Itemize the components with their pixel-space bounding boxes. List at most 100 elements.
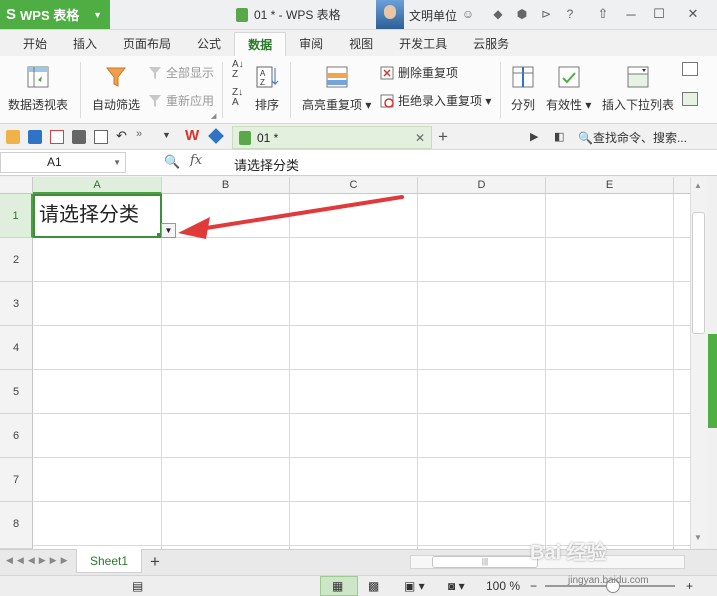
tab-home[interactable]: 开始 xyxy=(10,32,60,56)
page-layout-view-icon[interactable]: ▣ ▾ xyxy=(404,579,425,593)
sheet-tab-sheet1[interactable]: Sheet1 xyxy=(76,549,142,573)
add-sheet-icon[interactable]: + xyxy=(150,552,160,572)
sort-ascending-icon[interactable]: A↓ Z xyxy=(232,60,244,80)
sheet-navigation-icons[interactable]: ◀◀◀▶▶▶ xyxy=(6,555,72,566)
sort-icon: AZ xyxy=(256,66,279,88)
wps-w-logo-icon[interactable]: W xyxy=(185,127,199,144)
scroll-up-icon[interactable]: ▲ xyxy=(694,181,702,190)
side-panel-toggle[interactable] xyxy=(708,334,717,428)
print-icon[interactable] xyxy=(72,130,86,144)
autofilter-button[interactable]: 自动筛选 xyxy=(92,64,140,113)
column-header[interactable]: D xyxy=(418,177,546,194)
row-header[interactable]: 5 xyxy=(0,370,33,414)
tab-cloud[interactable]: 云服务 xyxy=(460,32,522,56)
command-search[interactable]: 🔍查找命令、搜索... xyxy=(578,129,687,146)
dialog-launcher-icon[interactable]: ◢ xyxy=(211,112,216,120)
app-menu-button[interactable]: S WPS 表格 ▼ xyxy=(0,0,110,29)
username[interactable]: 文明单位 xyxy=(409,7,457,24)
red-arrow-annotation xyxy=(178,195,404,239)
row-header[interactable]: 7 xyxy=(0,458,33,502)
close-icon[interactable]: ✕ xyxy=(682,4,704,24)
help-icon[interactable]: ? xyxy=(562,6,578,22)
avatar[interactable] xyxy=(376,0,404,29)
highlight-duplicates-icon xyxy=(326,66,348,88)
vertical-scroll-thumb[interactable] xyxy=(692,212,705,334)
name-box[interactable]: A1 ▼ xyxy=(0,152,126,173)
row-header[interactable]: 3 xyxy=(0,282,33,326)
document-tab[interactable]: 01 * ✕ xyxy=(232,126,432,149)
normal-view-button[interactable]: ▦ xyxy=(320,576,358,596)
scroll-down-icon[interactable]: ▼ xyxy=(694,533,702,542)
horizontal-scroll-thumb[interactable]: ||| xyxy=(432,556,538,568)
play-icon[interactable]: ▶ xyxy=(530,130,538,143)
column-header[interactable]: E xyxy=(546,177,674,194)
insert-dropdown-list-button[interactable]: 插入下拉列表 xyxy=(602,64,674,113)
share-icon[interactable]: ⊳ xyxy=(538,6,554,22)
export-pdf-icon[interactable] xyxy=(50,130,64,144)
reject-duplicates-button[interactable]: 拒绝录入重复项 ▾ xyxy=(380,92,491,109)
zoom-out-button[interactable]: − xyxy=(530,579,537,593)
merge-icon[interactable] xyxy=(682,92,698,106)
row-header[interactable]: 4 xyxy=(0,326,33,370)
macro-icon[interactable]: ▤ xyxy=(132,579,143,593)
row-header[interactable]: 8 xyxy=(0,502,33,549)
row-header[interactable]: 1 xyxy=(0,194,33,238)
validity-button[interactable]: 有效性 ▾ xyxy=(546,64,591,113)
tab-developer[interactable]: 开发工具 xyxy=(386,32,460,56)
row-header[interactable]: 2 xyxy=(0,238,33,282)
save-icon[interactable] xyxy=(28,130,42,144)
more-icon[interactable]: » xyxy=(136,128,142,140)
skin-icon[interactable]: ☺ xyxy=(460,6,476,22)
formula-input[interactable]: 请选择分类 xyxy=(234,155,299,174)
page-break-view-icon[interactable]: ▩ xyxy=(368,579,379,593)
cube-icon[interactable] xyxy=(208,128,224,144)
sort-button[interactable]: AZ 排序 xyxy=(254,64,280,113)
reapply-label: 重新应用 xyxy=(166,94,215,108)
settings-icon[interactable]: ⬢ xyxy=(514,6,530,22)
close-tab-icon[interactable]: ✕ xyxy=(415,131,425,145)
remove-duplicates-button[interactable]: 删除重复项 xyxy=(380,64,458,81)
reading-mode-icon[interactable]: ◙ ▾ xyxy=(448,579,465,593)
show-all-button[interactable]: 全部显示 xyxy=(148,64,214,81)
document-tab-label: 01 * xyxy=(257,130,279,145)
column-header[interactable]: A xyxy=(33,177,162,194)
column-header-partial[interactable] xyxy=(674,177,690,194)
zoom-search-icon[interactable]: 🔍 xyxy=(164,154,180,170)
tab-review[interactable]: 审阅 xyxy=(286,32,336,56)
open-folder-icon[interactable] xyxy=(6,130,20,144)
split-column-button[interactable]: 分列 xyxy=(510,64,536,113)
tab-insert[interactable]: 插入 xyxy=(60,32,110,56)
insert-function-icon[interactable]: fx xyxy=(190,153,202,168)
highlight-duplicates-button[interactable]: 高亮重复项 ▾ xyxy=(302,64,371,113)
maximize-icon[interactable]: ☐ xyxy=(648,4,670,24)
zoom-level[interactable]: 100 % xyxy=(486,579,520,593)
tab-view[interactable]: 视图 xyxy=(336,32,386,56)
pivot-table-icon xyxy=(27,66,49,88)
select-all-corner[interactable] xyxy=(0,177,33,194)
cloud-icon[interactable]: ◆ xyxy=(490,6,506,22)
pivot-table-label: 数据透视表 xyxy=(8,98,69,112)
pivot-table-button[interactable]: 数据透视表 xyxy=(8,64,68,113)
tab-formulas[interactable]: 公式 xyxy=(184,32,234,56)
reject-duplicates-icon xyxy=(380,94,394,108)
minimize-to-tray-icon[interactable]: ⇧ xyxy=(592,4,614,24)
customize-dropdown-icon[interactable]: ▼ xyxy=(162,130,171,140)
cell-a1[interactable]: 请选择分类 xyxy=(33,194,162,238)
print-preview-icon[interactable] xyxy=(94,130,108,144)
zoom-in-button[interactable]: + xyxy=(686,579,693,593)
spreadsheet-grid[interactable]: A B C D E 1 2 3 4 5 6 7 8 请选择分类 ▼ xyxy=(0,177,690,549)
window-title-text: 01 * - WPS 表格 xyxy=(254,8,341,22)
row-header[interactable]: 6 xyxy=(0,414,33,458)
new-tab-icon[interactable]: + xyxy=(438,127,448,147)
screen-icon[interactable]: ◧ xyxy=(554,130,564,143)
sort-descending-icon[interactable]: Z↓ A xyxy=(232,88,243,108)
undo-icon[interactable]: ↶ xyxy=(116,128,127,144)
tab-page-layout[interactable]: 页面布局 xyxy=(110,32,184,56)
minimize-icon[interactable]: ─ xyxy=(620,4,642,24)
grid-view-icon: ▦ xyxy=(332,579,344,593)
tab-data[interactable]: 数据 xyxy=(234,32,287,56)
reapply-button[interactable]: 重新应用 xyxy=(148,92,214,109)
show-all-label: 全部显示 xyxy=(166,66,215,80)
table-icon[interactable] xyxy=(682,62,698,76)
remove-duplicates-icon xyxy=(380,66,394,79)
